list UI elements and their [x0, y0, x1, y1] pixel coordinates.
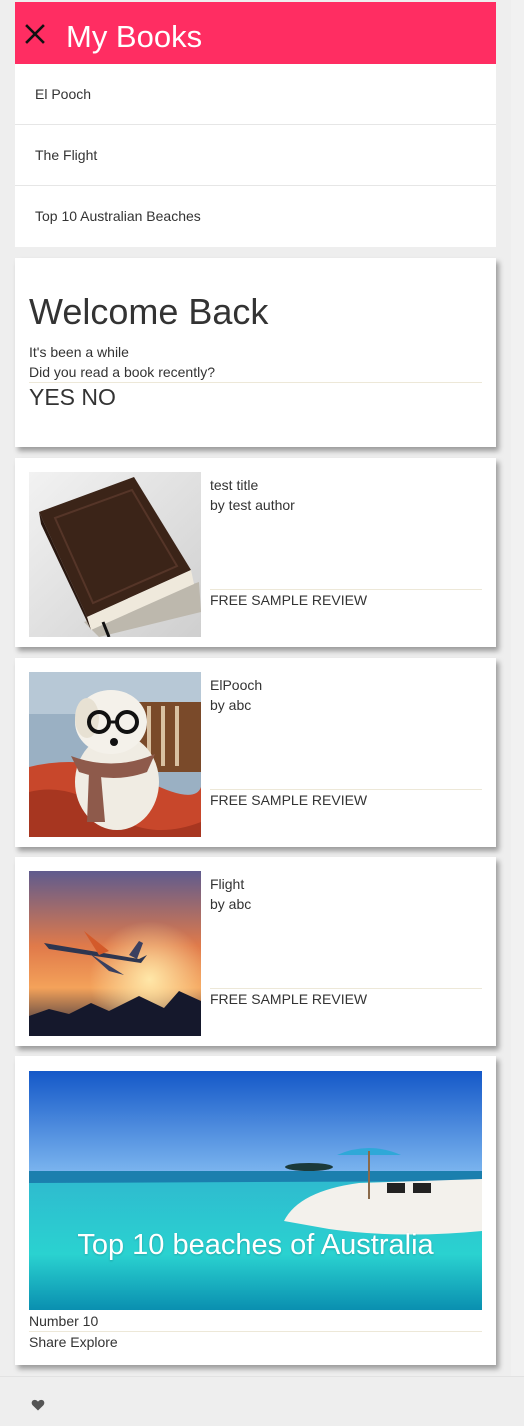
welcome-title: Welcome Back	[29, 291, 269, 332]
airplane-sunset-image[interactable]	[29, 871, 201, 1036]
feature-card: Top 10 beaches of Australia Number 10 Sh…	[15, 1056, 496, 1365]
welcome-question: Did you read a book recently?	[29, 364, 215, 380]
explore-button[interactable]: Explore	[70, 1334, 117, 1350]
divider	[210, 988, 482, 989]
yes-button[interactable]: YES	[29, 384, 75, 410]
page-scrollbar[interactable]	[511, 0, 524, 1425]
menu-item-australian-beaches[interactable]: Top 10 Australian Beaches	[15, 186, 496, 247]
divider	[210, 789, 482, 790]
book-meta: ElPooch by abc	[210, 675, 262, 715]
divider	[29, 382, 482, 383]
book-card: ElPooch by abc FREE SAMPLE REVIEW	[15, 658, 496, 847]
footer-bar	[0, 1376, 524, 1426]
book-title: test title	[210, 477, 259, 493]
no-button[interactable]: NO	[81, 384, 116, 410]
close-icon[interactable]	[21, 20, 49, 48]
nav-drawer-menu: El Pooch The Flight Top 10 Australian Be…	[15, 64, 496, 247]
dog-with-glasses-image[interactable]	[29, 672, 201, 837]
free-sample-review-button[interactable]: FREE SAMPLE REVIEW	[210, 792, 367, 808]
book-card: test title by test author FREE SAMPLE RE…	[15, 458, 496, 647]
book-author: by test author	[210, 497, 295, 513]
welcome-subtitle: It's been a while	[29, 344, 129, 360]
free-sample-review-button[interactable]: FREE SAMPLE REVIEW	[210, 592, 367, 608]
hero-title: Top 10 beaches of Australia	[77, 1229, 434, 1261]
share-button[interactable]: Share	[29, 1334, 66, 1350]
book-author: by abc	[210, 697, 252, 713]
book-title: Flight	[210, 876, 245, 892]
heart-icon[interactable]	[31, 1398, 45, 1412]
book-card: Flight by abc FREE SAMPLE REVIEW	[15, 857, 496, 1046]
app-title: My Books	[66, 19, 203, 54]
divider	[29, 1331, 482, 1332]
book-author: by abc	[210, 896, 252, 912]
beach-image[interactable]: Top 10 beaches of Australia	[29, 1071, 482, 1310]
leather-book-image[interactable]	[29, 472, 201, 637]
book-meta: test title by test author	[210, 475, 295, 515]
feature-subtitle: Number 10	[29, 1313, 99, 1329]
divider	[210, 589, 482, 590]
book-meta: Flight by abc	[210, 874, 251, 914]
free-sample-review-button[interactable]: FREE SAMPLE REVIEW	[210, 991, 367, 1007]
app-bar: My Books	[15, 2, 496, 64]
menu-item-el-pooch[interactable]: El Pooch	[15, 64, 496, 125]
menu-item-the-flight[interactable]: The Flight	[15, 125, 496, 186]
book-title: ElPooch	[210, 677, 263, 693]
welcome-card: Welcome Back It's been a while Did you r…	[15, 258, 496, 447]
feature-actions: Share Explore	[29, 1334, 118, 1350]
welcome-actions: YES NO	[29, 384, 116, 411]
